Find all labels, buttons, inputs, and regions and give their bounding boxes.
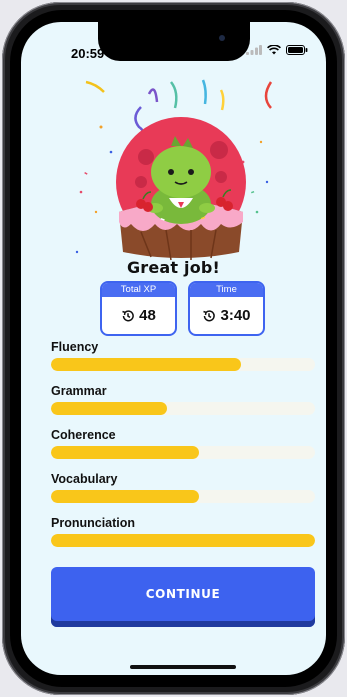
progress-track xyxy=(51,402,315,415)
history-icon xyxy=(122,309,134,321)
time-card: Time 3:40 xyxy=(188,281,265,336)
time-label: Time xyxy=(190,283,263,297)
skill-label: Grammar xyxy=(51,384,107,398)
total-xp-label: Total XP xyxy=(102,283,175,297)
progress-track xyxy=(51,358,315,371)
status-icons xyxy=(246,45,308,55)
home-indicator[interactable] xyxy=(130,665,236,669)
continue-button[interactable]: CONTINUE xyxy=(51,567,315,627)
progress-fill xyxy=(51,358,242,371)
skill-pronunciation: Pronunciation xyxy=(51,516,315,547)
total-xp-card: Total XP 48 xyxy=(100,281,177,336)
notch xyxy=(98,22,250,61)
history-icon xyxy=(203,309,216,321)
skill-label: Vocabulary xyxy=(51,472,118,486)
result-title: Great job! xyxy=(126,258,221,277)
skill-coherence: Coherence xyxy=(51,428,315,459)
progress-fill xyxy=(51,490,199,503)
battery-icon xyxy=(286,45,308,55)
progress-fill xyxy=(51,402,168,415)
skill-label: Fluency xyxy=(51,340,99,354)
progress-track xyxy=(51,534,315,547)
time-value: 3:40 xyxy=(220,307,251,324)
progress-track xyxy=(51,446,315,459)
skill-label: Pronunciation xyxy=(51,516,136,530)
progress-fill xyxy=(51,534,315,547)
screen: 20:59 Great job! Total XP 48 Time 3:40 F… xyxy=(21,22,326,675)
skill-fluency: Fluency xyxy=(51,340,315,371)
skill-grammar: Grammar xyxy=(51,384,315,415)
skill-label: Coherence xyxy=(51,428,116,442)
wifi-icon xyxy=(267,45,281,55)
progress-track xyxy=(51,490,315,503)
skill-vocabulary: Vocabulary xyxy=(51,472,315,503)
total-xp-value: 48 xyxy=(139,307,156,324)
mascot-cake-illustration xyxy=(75,79,273,261)
progress-fill xyxy=(51,446,199,459)
